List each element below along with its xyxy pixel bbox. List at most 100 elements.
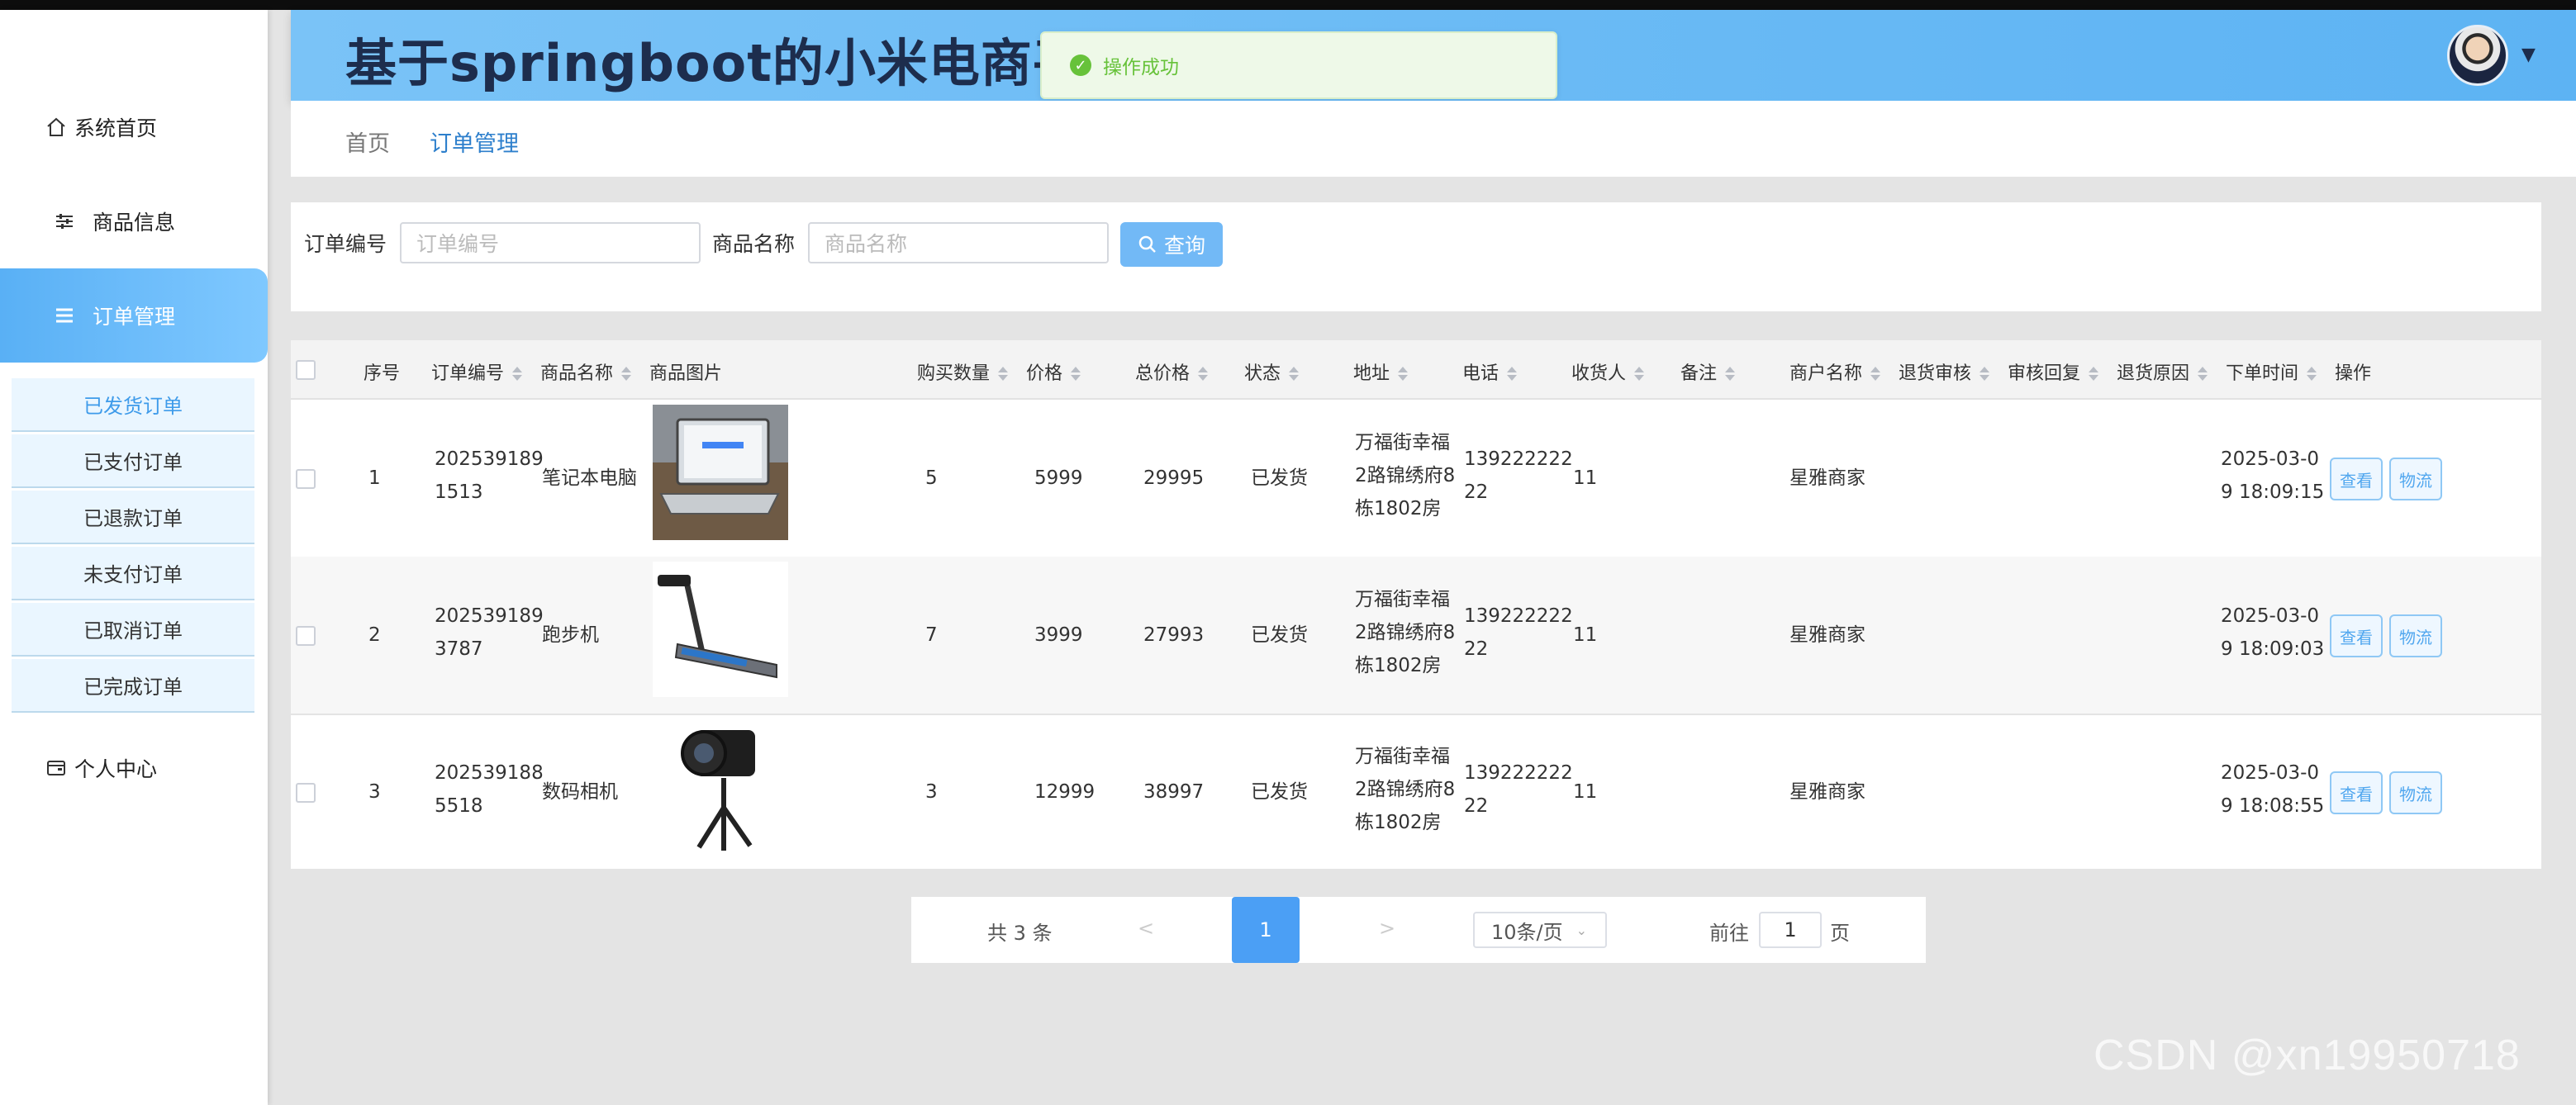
cell-phone: 139222222 22 [1464,762,1573,817]
query-button[interactable]: 查询 [1120,222,1223,267]
check-circle-icon: ✓ [1070,55,1091,76]
toast-message: 操作成功 [1103,57,1179,78]
prev-page-button[interactable]: < [1138,917,1154,940]
goto-page-input[interactable]: 1 [1759,912,1822,948]
next-page-button[interactable]: > [1379,917,1395,940]
sort-icon [2087,367,2099,382]
cell-qty: 5 [925,467,938,489]
submenu-unpaid[interactable]: 未支付订单 [12,547,254,600]
row-checkbox[interactable] [296,783,316,803]
col-qty[interactable]: 购买数量 [917,358,1009,385]
cell-total: 27993 [1143,624,1205,646]
page-unit-label: 页 [1830,922,1850,945]
view-button[interactable]: 查看 [2330,458,2383,500]
page-1-button[interactable]: 1 [1232,897,1300,963]
submenu-paid[interactable]: 已支付订单 [12,434,254,488]
logistics-button[interactable]: 物流 [2389,614,2442,657]
sidebar: 系统首页 商品信息 订单管理 已发货订单 已支付订单 已退款订单 未支付订单 已… [0,10,268,1105]
view-button[interactable]: 查看 [2330,771,2383,814]
search-bar: 订单编号 订单编号 商品名称 商品名称 查询 [291,202,2541,311]
cell-merchant: 星雅商家 [1789,624,1865,646]
cell-order-time: 2025-03-0 9 18:09:03 [2221,605,2325,660]
table-header: 序号 订单编号 商品名称 商品图片 购买数量 价格 总价格 状态 地址 电话 收… [291,340,2541,400]
cell-order-no: 202539189 1513 [435,448,544,503]
submenu-shipped[interactable]: 已发货订单 [12,378,254,432]
sort-icon [1869,367,1881,382]
col-merchant[interactable]: 商户名称 [1789,358,1881,385]
select-all-checkbox[interactable] [296,360,316,380]
avatar[interactable] [2447,25,2508,86]
col-image: 商品图片 [649,363,723,384]
watermark: CSDN @xn19950718 [2094,1031,2521,1079]
cell-total: 38997 [1143,781,1205,803]
order-no-input[interactable]: 订单编号 [400,222,701,263]
cell-merchant: 星雅商家 [1789,781,1865,803]
order-no-label: 订单编号 [304,232,387,256]
submenu-refunded[interactable]: 已退款订单 [12,491,254,544]
sidebar-item-home[interactable]: 系统首页 [0,86,268,168]
sort-icon [1069,367,1081,382]
col-review-reply[interactable]: 审核回复 [2008,358,2099,385]
row-checkbox[interactable] [296,469,316,489]
cell-merchant: 星雅商家 [1789,467,1865,489]
col-note[interactable]: 备注 [1680,358,1736,385]
sidebar-item-label: 个人中心 [74,757,158,781]
page-size-select[interactable]: 10条/页 ⌄ [1473,912,1607,948]
sort-icon [511,367,523,382]
cell-product: 跑步机 [542,624,599,646]
treadmill-image [653,562,788,697]
cell-status: 已发货 [1251,781,1308,803]
breadcrumb-home[interactable]: 首页 [345,126,390,158]
home-icon [43,114,69,140]
cell-receiver: 11 [1573,467,1598,489]
top-edge [0,0,2576,10]
logistics-button[interactable]: 物流 [2389,771,2442,814]
cell-qty: 7 [925,624,938,646]
cell-order-time: 2025-03-0 9 18:08:55 [2221,762,2325,817]
sidebar-item-label: 订单管理 [93,305,176,329]
col-product[interactable]: 商品名称 [540,358,632,385]
cell-address: 万福街幸福 2路锦绣府8 栋1802房 [1355,589,1456,676]
success-toast: ✓ 操作成功 [1040,31,1557,99]
view-button[interactable]: 查看 [2330,614,2383,657]
col-return-review[interactable]: 退货审核 [1899,358,1990,385]
sliders-icon [51,208,78,235]
col-index: 序号 [364,363,401,384]
total-count: 共 3 条 [987,922,1053,945]
table-row: 3 202539188 5518 数码相机 3 12999 38997 已发货 万… [291,714,2541,872]
sidebar-item-label: 商品信息 [93,211,176,235]
col-order-no[interactable]: 订单编号 [431,358,523,385]
col-order-time[interactable]: 下单时间 [2226,358,2317,385]
col-address[interactable]: 地址 [1353,358,1409,385]
sort-icon [620,367,632,382]
sidebar-item-orders[interactable]: 订单管理 [0,268,268,363]
col-status[interactable]: 状态 [1244,358,1300,385]
cell-index: 1 [368,467,381,489]
col-return-reason[interactable]: 退货原因 [2117,358,2208,385]
sort-icon [1505,367,1518,382]
col-phone[interactable]: 电话 [1462,358,1518,385]
logistics-button[interactable]: 物流 [2389,458,2442,500]
cell-index: 2 [368,624,381,646]
caret-down-icon[interactable]: ▼ [2521,45,2536,65]
sidebar-item-products[interactable]: 商品信息 [0,180,268,263]
sort-icon [1196,367,1209,382]
product-name-input[interactable]: 商品名称 [808,222,1109,263]
cell-price: 3999 [1034,624,1083,646]
col-receiver[interactable]: 收货人 [1571,358,1645,385]
sidebar-item-profile[interactable]: 个人中心 [0,727,268,809]
col-price[interactable]: 价格 [1026,358,1081,385]
goto-label: 前往 [1709,922,1749,945]
cell-order-no: 202539188 5518 [435,762,544,817]
submenu-completed[interactable]: 已完成订单 [12,659,254,713]
cell-qty: 3 [925,781,938,803]
submenu-cancelled[interactable]: 已取消订单 [12,603,254,657]
col-total[interactable]: 总价格 [1135,358,1209,385]
laptop-image [653,405,788,540]
sort-icon [1978,367,1990,382]
cell-index: 3 [368,781,381,803]
row-checkbox[interactable] [296,626,316,646]
page-size-value: 10条/页 [1491,920,1563,944]
cell-address: 万福街幸福 2路锦绣府8 栋1802房 [1355,432,1456,519]
sort-icon [996,367,1009,382]
